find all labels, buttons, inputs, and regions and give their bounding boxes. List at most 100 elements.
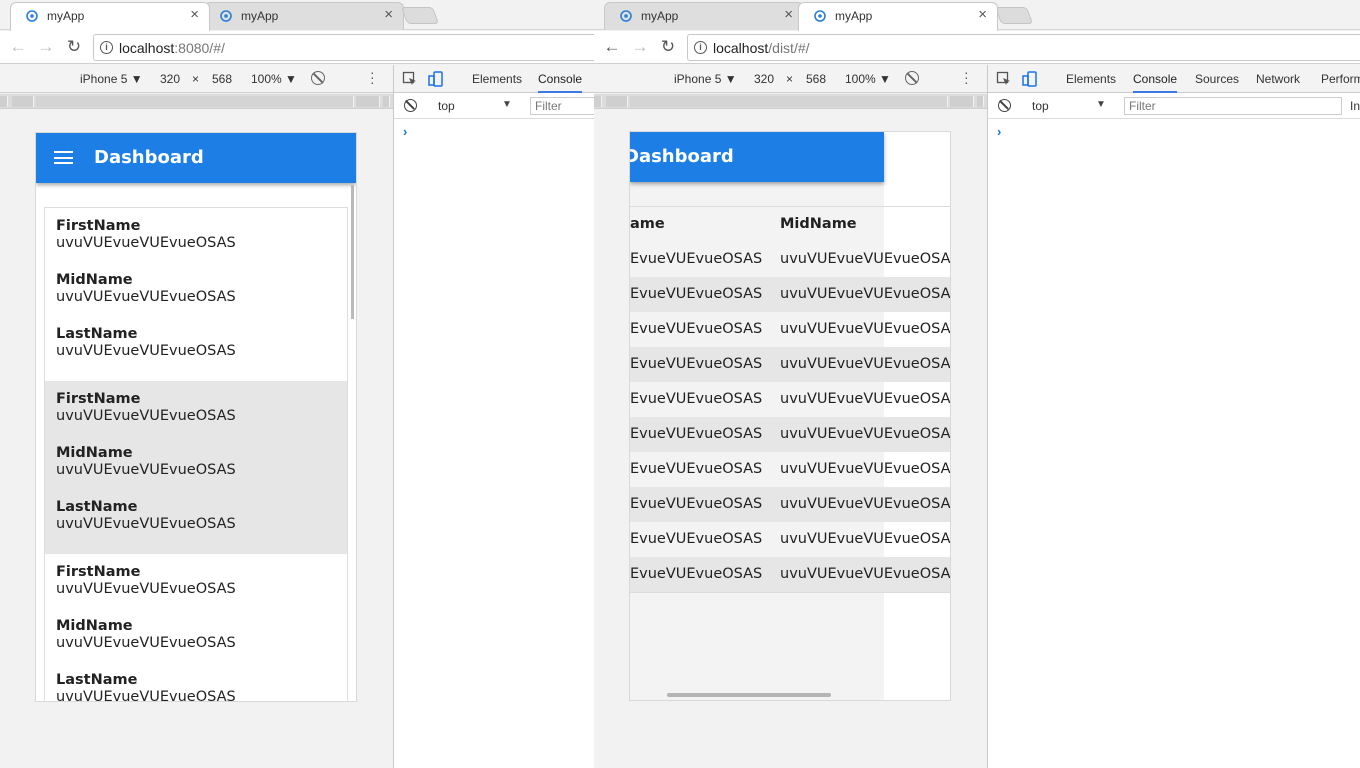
url-text: localhost/dist/#/: [713, 40, 810, 56]
address-bar: ← → ↻ i localhost/dist/#/: [594, 31, 1360, 64]
field-last-name: LastName uvuVUEvueVUEvueOSAS: [45, 497, 347, 551]
reload-icon[interactable]: ↻: [64, 37, 84, 57]
table-cell: uvuVUEvueVUEvueOSAS: [780, 531, 951, 547]
close-icon[interactable]: ×: [784, 6, 793, 23]
table-cell: EvueVUEvueOSAS: [630, 566, 763, 582]
horizontal-scrollbar[interactable]: [667, 693, 831, 697]
zoom-select[interactable]: 100% ▼: [845, 72, 891, 86]
field-label: FirstName: [56, 391, 141, 407]
chevron-down-icon[interactable]: ▼: [1096, 99, 1106, 110]
column-header-mid-name[interactable]: MidName: [780, 216, 857, 232]
menu-icon[interactable]: [54, 151, 73, 164]
rotate-icon[interactable]: [905, 71, 919, 85]
media-query-ruler: [594, 94, 987, 109]
info-icon[interactable]: i: [694, 41, 707, 54]
chevron-down-icon[interactable]: ▼: [502, 99, 512, 110]
info-icon[interactable]: i: [100, 41, 113, 54]
console-filter-input[interactable]: Filter: [530, 97, 594, 115]
tab-console[interactable]: Console: [1133, 72, 1178, 93]
dimension-separator: ×: [192, 72, 200, 86]
context-select[interactable]: top: [438, 99, 455, 113]
browser-tab[interactable]: myApp ×: [204, 2, 404, 30]
tab-sources[interactable]: Sources: [1195, 72, 1239, 86]
device-width[interactable]: 320: [160, 72, 180, 86]
table-cell: EvueVUEvueOSAS: [630, 461, 763, 477]
console-filter-input[interactable]: Filter: [1124, 97, 1342, 115]
rotate-icon[interactable]: [311, 71, 325, 85]
tab-elements[interactable]: Elements: [1066, 72, 1116, 86]
console-prompt[interactable]: ›: [403, 124, 407, 139]
vertical-scrollbar[interactable]: [351, 185, 354, 319]
tab-console[interactable]: Console: [538, 72, 583, 93]
devtools-tabs: Elements Console Sources Network Perform: [1048, 65, 1360, 93]
field-value: uvuVUEvueVUEvueOSAS: [56, 462, 236, 478]
console-prompt[interactable]: ›: [997, 124, 1001, 139]
browser-tab-active[interactable]: myApp ×: [798, 2, 998, 31]
field-label: MidName: [56, 445, 133, 461]
table-cell: uvuVUEvueVUEvueOSAS: [780, 251, 951, 267]
field-mid-name: MidName uvuVUEvueVUEvueOSAS: [45, 270, 347, 324]
close-icon[interactable]: ×: [384, 6, 393, 23]
reload-icon[interactable]: ↻: [658, 37, 678, 57]
new-tab-button[interactable]: [994, 7, 1034, 24]
forward-arrow-icon[interactable]: →: [630, 37, 650, 57]
new-tab-button[interactable]: [400, 7, 440, 24]
field-label: MidName: [56, 618, 133, 634]
column-header-first-name[interactable]: ame: [630, 216, 665, 232]
record-card: FirstName uvuVUEvueVUEvueOSAS MidName uv…: [45, 554, 347, 702]
clear-console-icon[interactable]: [998, 99, 1011, 112]
table-cell: EvueVUEvueOSAS: [630, 531, 763, 547]
device-height[interactable]: 568: [806, 72, 826, 86]
app-logo-icon: [26, 10, 38, 22]
tab-performance[interactable]: Perform: [1321, 72, 1360, 86]
zoom-select[interactable]: 100% ▼: [251, 72, 297, 86]
url-input[interactable]: i localhost/dist/#/: [687, 34, 1360, 61]
console-toolbar: top ▼ Filter In: [988, 93, 1360, 119]
field-first-name: FirstName uvuVUEvueVUEvueOSAS: [45, 389, 347, 443]
context-select[interactable]: top: [1032, 99, 1049, 113]
address-bar: ← → ↻ i localhost:8080/#/: [0, 31, 594, 64]
device-width[interactable]: 320: [754, 72, 774, 86]
more-vertical-icon[interactable]: · · ·: [964, 65, 969, 89]
device-select[interactable]: iPhone 5 ▼: [80, 72, 143, 86]
device-toolbar-icon[interactable]: [428, 71, 444, 87]
table-row: EvueVUEvueOSAS uvuVUEvueVUEvueOSAS: [630, 522, 951, 557]
inspect-element-icon[interactable]: [402, 71, 418, 87]
browser-tab[interactable]: myApp ×: [604, 2, 804, 30]
device-select[interactable]: iPhone 5 ▼: [674, 72, 737, 86]
close-icon[interactable]: ×: [978, 6, 987, 23]
device-height[interactable]: 568: [212, 72, 232, 86]
back-arrow-icon[interactable]: ←: [602, 37, 622, 57]
field-label: MidName: [56, 272, 133, 288]
url-host: localhost: [713, 40, 769, 56]
field-mid-name: MidName uvuVUEvueVUEvueOSAS: [45, 443, 347, 497]
tab-network[interactable]: Network: [1256, 72, 1300, 86]
url-host: localhost: [119, 40, 175, 56]
forward-arrow-icon[interactable]: →: [36, 37, 56, 57]
field-value: uvuVUEvueVUEvueOSAS: [56, 689, 236, 702]
close-icon[interactable]: ×: [190, 6, 199, 23]
filter-option-label[interactable]: In: [1350, 99, 1360, 113]
field-label: LastName: [56, 499, 138, 515]
more-vertical-icon[interactable]: · · ·: [370, 65, 375, 89]
field-first-name: FirstName uvuVUEvueVUEvueOSAS: [45, 562, 347, 616]
inspect-element-icon[interactable]: [996, 71, 1012, 87]
table-row: EvueVUEvueOSAS uvuVUEvueVUEvueOSAS: [630, 417, 950, 452]
field-label: FirstName: [56, 564, 141, 580]
table-row: EvueVUEvueOSAS uvuVUEvueVUEvueOSAS: [630, 277, 950, 312]
back-arrow-icon[interactable]: ←: [8, 37, 28, 57]
record-card: FirstName uvuVUEvueVUEvueOSAS MidName uv…: [45, 381, 347, 554]
record-list: FirstName uvuVUEvueVUEvueOSAS MidName uv…: [44, 207, 348, 702]
table-row: EvueVUEvueOSAS uvuVUEvueVUEvueOSAS: [630, 452, 950, 487]
browser-tab-active[interactable]: myApp ×: [10, 2, 210, 31]
url-input[interactable]: i localhost:8080/#/: [93, 34, 594, 61]
app-toolbar: Dashboard: [36, 133, 356, 183]
tab-elements[interactable]: Elements: [472, 72, 522, 86]
app-logo-icon: [620, 10, 632, 22]
media-query-ruler: [0, 94, 393, 109]
device-toolbar: iPhone 5 ▼ 320 × 568 100% ▼ · · ·: [0, 65, 393, 93]
field-first-name: FirstName uvuVUEvueVUEvueOSAS: [45, 216, 347, 270]
clear-console-icon[interactable]: [404, 99, 417, 112]
url-text: localhost:8080/#/: [119, 40, 225, 56]
device-toolbar-icon[interactable]: [1022, 71, 1038, 87]
